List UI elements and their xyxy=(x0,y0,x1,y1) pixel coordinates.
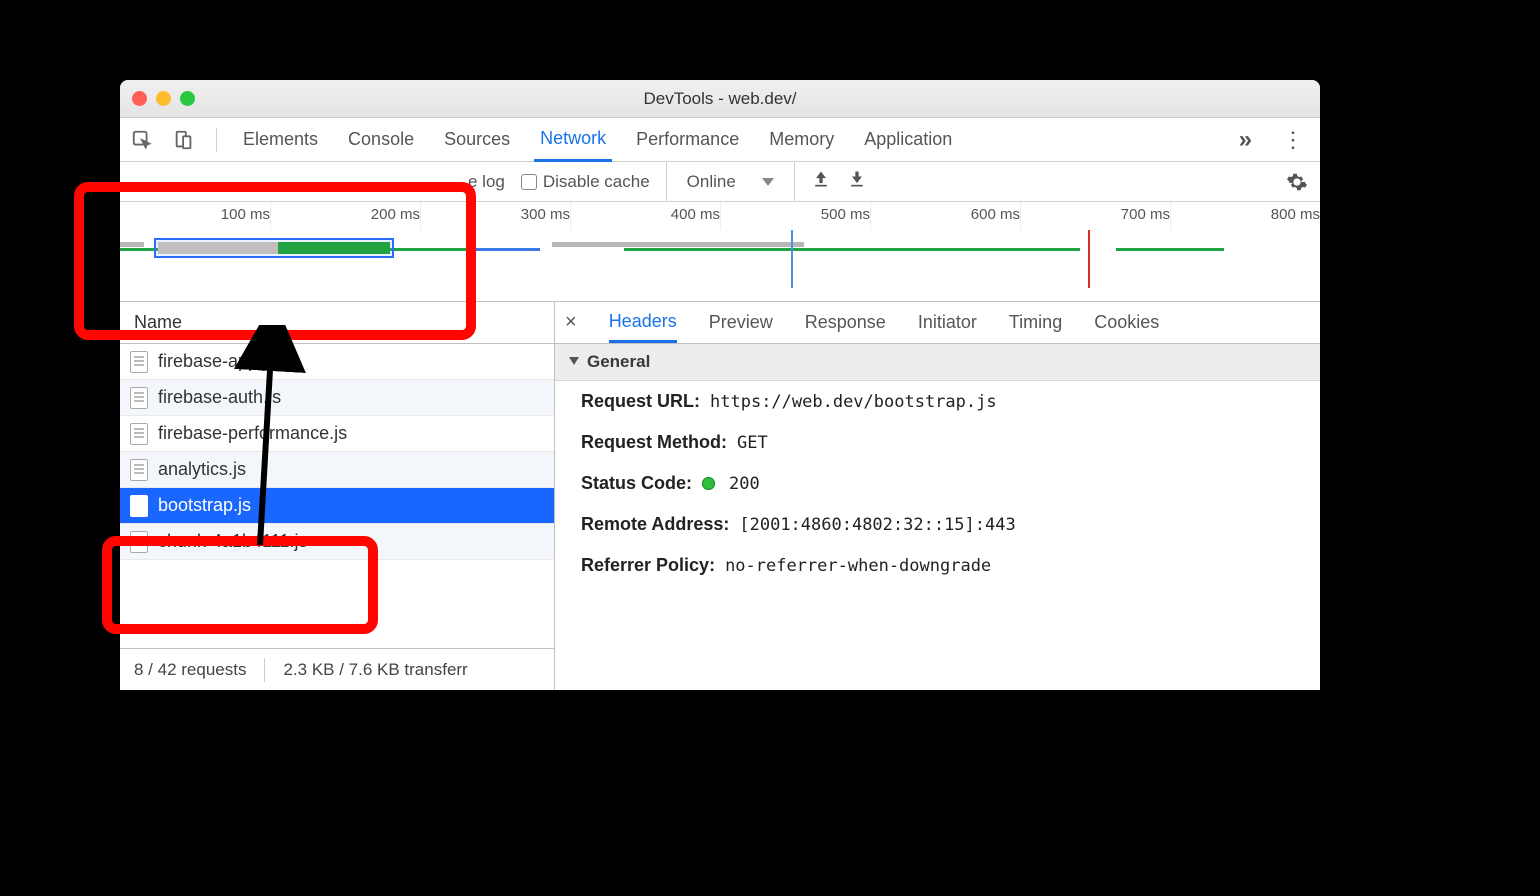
tab-elements[interactable]: Elements xyxy=(237,119,324,160)
detail-tabs: × Headers Preview Response Initiator Tim… xyxy=(555,302,1320,344)
time-mark: 400 ms xyxy=(671,206,720,223)
detail-tab-timing[interactable]: Timing xyxy=(1009,304,1062,341)
file-icon xyxy=(130,423,148,445)
status-ok-icon xyxy=(702,477,715,490)
request-detail-pane: × Headers Preview Response Initiator Tim… xyxy=(555,302,1320,690)
time-mark: 700 ms xyxy=(1121,206,1170,223)
download-har-icon[interactable] xyxy=(847,169,867,195)
list-item[interactable]: firebase-app.js xyxy=(120,344,554,380)
settings-gear-icon[interactable] xyxy=(1286,171,1308,193)
zoom-window-button[interactable] xyxy=(180,91,195,106)
inspect-icon[interactable] xyxy=(130,128,154,152)
kv-request-url: Request URL:https://web.dev/bootstrap.js xyxy=(555,381,1320,422)
tab-console[interactable]: Console xyxy=(342,119,420,160)
load-marker xyxy=(1088,230,1090,288)
timeline-ruler: 100 ms 200 ms 300 ms 400 ms 500 ms 600 m… xyxy=(120,202,1320,230)
list-item-selected[interactable]: bootstrap.js xyxy=(120,488,554,524)
detail-tab-preview[interactable]: Preview xyxy=(709,304,773,341)
device-toggle-icon[interactable] xyxy=(172,128,196,152)
titlebar: DevTools - web.dev/ xyxy=(120,80,1320,118)
detail-tab-headers[interactable]: Headers xyxy=(609,303,677,343)
tab-sources[interactable]: Sources xyxy=(438,119,516,160)
list-item[interactable]: firebase-auth.js xyxy=(120,380,554,416)
timeline-overview[interactable]: 100 ms 200 ms 300 ms 400 ms 500 ms 600 m… xyxy=(120,202,1320,302)
close-detail-button[interactable]: × xyxy=(565,311,577,334)
minimize-window-button[interactable] xyxy=(156,91,171,106)
status-requests: 8 / 42 requests xyxy=(134,660,246,680)
more-tabs-button[interactable]: » xyxy=(1233,126,1258,154)
status-bar: 8 / 42 requests 2.3 KB / 7.6 KB transfer… xyxy=(120,648,554,690)
status-transfer: 2.3 KB / 7.6 KB transferr xyxy=(283,660,467,680)
file-icon xyxy=(130,387,148,409)
upload-har-icon[interactable] xyxy=(811,169,831,195)
kv-request-method: Request Method:GET xyxy=(555,422,1320,463)
request-name: chunk-4a1b4111.js xyxy=(158,531,307,552)
request-list-pane: Name firebase-app.js firebase-auth.js fi… xyxy=(120,302,555,690)
request-name: firebase-performance.js xyxy=(158,423,347,444)
column-header-name[interactable]: Name xyxy=(120,302,554,344)
list-item[interactable]: chunk-4a1b4111.js xyxy=(120,524,554,560)
time-mark: 800 ms xyxy=(1271,206,1320,223)
time-mark: 600 ms xyxy=(971,206,1020,223)
kebab-menu-button[interactable]: ⋮ xyxy=(1276,127,1310,153)
time-mark: 300 ms xyxy=(521,206,570,223)
request-name: bootstrap.js xyxy=(158,495,251,516)
panel-tabs: Elements Console Sources Network Perform… xyxy=(120,118,1320,162)
close-window-button[interactable] xyxy=(132,91,147,106)
general-section-header[interactable]: General xyxy=(555,344,1320,381)
traffic-lights xyxy=(132,91,195,106)
domcontentloaded-marker xyxy=(791,230,793,288)
request-name: firebase-auth.js xyxy=(158,387,281,408)
time-mark: 500 ms xyxy=(821,206,870,223)
devtools-window: DevTools - web.dev/ Elements Console Sou… xyxy=(120,80,1320,690)
file-icon xyxy=(130,351,148,373)
detail-tab-initiator[interactable]: Initiator xyxy=(918,304,977,341)
throttle-select[interactable]: Online xyxy=(666,162,795,201)
detail-tab-cookies[interactable]: Cookies xyxy=(1094,304,1159,341)
file-icon xyxy=(130,495,148,517)
tab-application[interactable]: Application xyxy=(858,119,958,160)
disclosure-triangle-icon xyxy=(569,357,579,365)
kv-status-code: Status Code:200 xyxy=(555,463,1320,504)
request-name: analytics.js xyxy=(158,459,246,480)
request-name: firebase-app.js xyxy=(158,351,276,372)
time-mark: 100 ms xyxy=(221,206,270,223)
kv-remote-address: Remote Address:[2001:4860:4802:32::15]:4… xyxy=(555,504,1320,545)
tab-memory[interactable]: Memory xyxy=(763,119,840,160)
file-icon xyxy=(130,531,148,553)
preserve-log-label[interactable]: e log xyxy=(468,172,505,192)
file-icon xyxy=(130,459,148,481)
window-title: DevTools - web.dev/ xyxy=(643,89,796,109)
time-mark: 200 ms xyxy=(371,206,420,223)
kv-referrer-policy: Referrer Policy:no-referrer-when-downgra… xyxy=(555,545,1320,586)
network-toolbar: e log Disable cache Online xyxy=(120,162,1320,202)
tab-performance[interactable]: Performance xyxy=(630,119,745,160)
chevron-down-icon xyxy=(762,178,774,186)
list-item[interactable]: analytics.js xyxy=(120,452,554,488)
tab-network[interactable]: Network xyxy=(534,118,612,162)
disable-cache-checkbox[interactable]: Disable cache xyxy=(521,172,650,192)
request-list[interactable]: firebase-app.js firebase-auth.js firebas… xyxy=(120,344,554,648)
timeline-selection[interactable] xyxy=(154,238,394,258)
detail-tab-response[interactable]: Response xyxy=(805,304,886,341)
list-item[interactable]: firebase-performance.js xyxy=(120,416,554,452)
